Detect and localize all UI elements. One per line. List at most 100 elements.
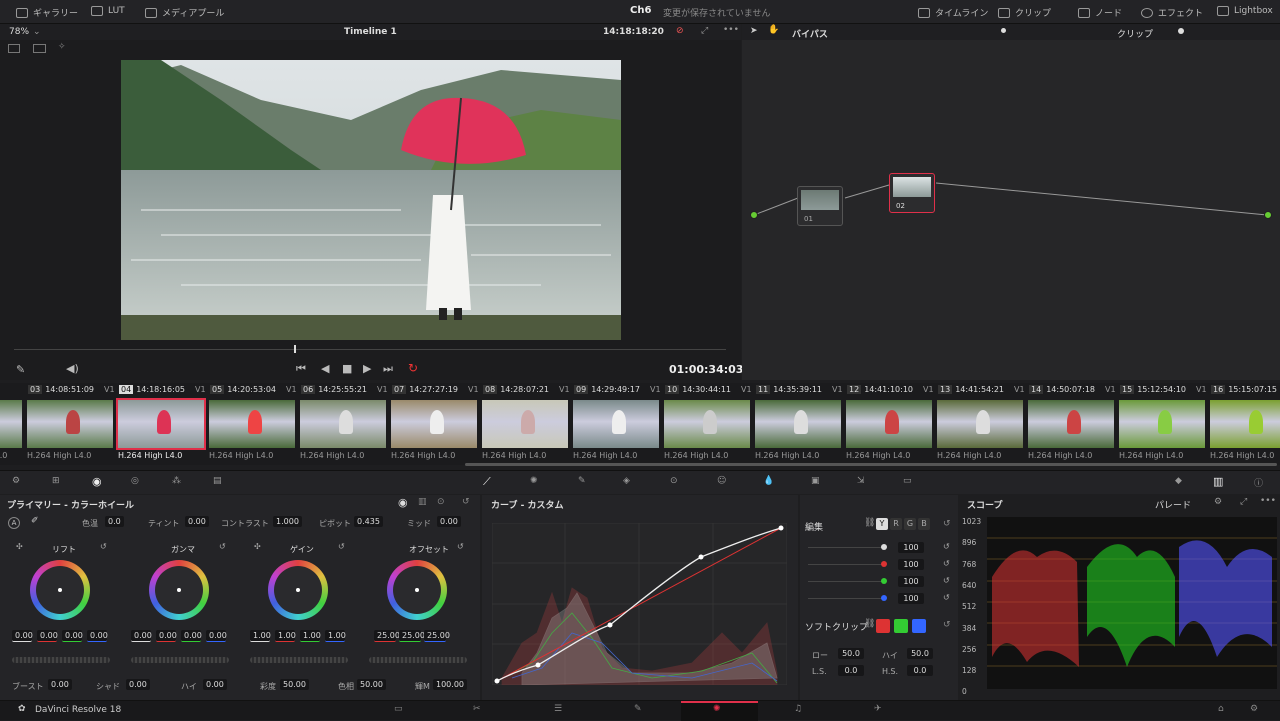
go-start-icon[interactable]: ⏮ bbox=[296, 362, 306, 376]
rgb-mixer-icon[interactable]: ⁂ bbox=[172, 476, 181, 486]
color-page-tab[interactable]: ✺ bbox=[681, 701, 758, 721]
wheel-value[interactable]: 0.00 bbox=[181, 630, 202, 642]
wheel-puck[interactable] bbox=[415, 588, 419, 592]
crosshair-icon[interactable]: ✣ bbox=[254, 542, 261, 551]
deliver-page-icon[interactable]: ✈ bbox=[874, 704, 882, 714]
wheel-value[interactable]: 25.00 bbox=[399, 630, 425, 642]
clip-thumbnail[interactable] bbox=[1028, 400, 1114, 448]
color-wheels-icon[interactable]: ◉ bbox=[92, 475, 102, 488]
clip-thumbnail[interactable] bbox=[209, 400, 295, 448]
pivot-value[interactable]: 0.435 bbox=[354, 516, 383, 527]
reset-icon[interactable]: ↺ bbox=[338, 542, 345, 551]
clip-thumbnail[interactable] bbox=[755, 400, 841, 448]
wheel-value[interactable]: 0.00 bbox=[12, 630, 33, 642]
contrast-value[interactable]: 1.000 bbox=[273, 516, 302, 527]
hdr-icon[interactable]: ◎ bbox=[131, 476, 139, 486]
channel-b-button[interactable]: B bbox=[918, 518, 930, 530]
scrubber-playhead[interactable] bbox=[294, 345, 296, 353]
intensity-knob[interactable] bbox=[881, 561, 887, 567]
scrubber-track[interactable] bbox=[14, 349, 726, 350]
intensity-knob[interactable] bbox=[881, 595, 887, 601]
color-wheel[interactable] bbox=[268, 560, 328, 620]
bypass-label[interactable]: バイパス bbox=[792, 27, 828, 40]
home-icon[interactable]: ⌂ bbox=[1218, 704, 1224, 714]
saturation-value[interactable]: 50.00 bbox=[280, 679, 309, 690]
color-wheel[interactable] bbox=[30, 560, 90, 620]
wheel-value[interactable]: 0.00 bbox=[87, 630, 108, 642]
tint-value[interactable]: 0.00 bbox=[185, 516, 209, 527]
fusion-page-icon[interactable]: ✎ bbox=[634, 704, 642, 714]
reset-icon[interactable]: ↺ bbox=[943, 519, 951, 529]
node-01[interactable]: 01 bbox=[797, 186, 843, 226]
more-icon[interactable]: ••• bbox=[1260, 496, 1276, 506]
reset-icon[interactable]: ↺ bbox=[943, 576, 950, 585]
wheel-value[interactable]: 1.00 bbox=[325, 630, 346, 642]
lum-mix-value[interactable]: 100.00 bbox=[433, 679, 467, 690]
play-icon[interactable]: ▶ bbox=[363, 362, 371, 375]
curve-graph[interactable] bbox=[492, 523, 787, 685]
reverse-icon[interactable]: ◀ bbox=[321, 362, 329, 375]
clip-thumbnail[interactable] bbox=[1119, 400, 1205, 448]
volume-icon[interactable]: ◀) bbox=[66, 362, 79, 375]
curves-icon[interactable]: ⟋ bbox=[483, 475, 491, 489]
wheel-puck[interactable] bbox=[58, 588, 62, 592]
wheel-value[interactable]: 0.00 bbox=[131, 630, 152, 642]
clip-thumbnail[interactable] bbox=[391, 400, 477, 448]
clip-thumbnail[interactable] bbox=[0, 400, 22, 448]
more-icon[interactable]: ••• bbox=[723, 25, 739, 35]
node-02[interactable]: 02 bbox=[889, 173, 935, 213]
grid-icon[interactable] bbox=[33, 44, 46, 53]
scope-mode-select[interactable]: パレード bbox=[1155, 498, 1191, 511]
wheel-value[interactable]: 0.00 bbox=[62, 630, 83, 642]
reset-icon[interactable]: ↺ bbox=[943, 620, 951, 630]
channel-r-button[interactable]: R bbox=[890, 518, 902, 530]
intensity-knob[interactable] bbox=[881, 544, 887, 550]
blur-icon[interactable]: 💧 bbox=[763, 476, 774, 486]
wheels-mode-icon[interactable]: ◉ bbox=[398, 496, 408, 509]
qualifier-icon[interactable]: ✎ bbox=[578, 476, 586, 486]
clip-thumbnail[interactable] bbox=[482, 400, 568, 448]
node-slider-knob[interactable] bbox=[1178, 28, 1184, 34]
boost-value[interactable]: 0.00 bbox=[48, 679, 72, 690]
wheel-value[interactable]: 1.00 bbox=[250, 630, 271, 642]
key-icon[interactable]: ▣ bbox=[811, 476, 820, 486]
high-value[interactable]: 50.0 bbox=[907, 648, 933, 659]
hs-value[interactable]: 0.0 bbox=[907, 665, 933, 676]
log-mode-icon[interactable]: ⊙ bbox=[437, 497, 445, 507]
gallery-button[interactable]: ギャラリー bbox=[16, 6, 78, 19]
lut-button[interactable]: LUT bbox=[91, 6, 125, 16]
clip-thumbnail[interactable] bbox=[1210, 400, 1280, 448]
color-warper-icon[interactable]: ✺ bbox=[530, 476, 538, 486]
motion-effects-icon[interactable]: ▤ bbox=[213, 476, 222, 486]
channel-y-button[interactable]: Y bbox=[876, 518, 888, 530]
layout-icon[interactable] bbox=[8, 44, 20, 53]
master-wheel-slider[interactable] bbox=[12, 657, 110, 663]
wheel-value[interactable]: 0.00 bbox=[156, 630, 177, 642]
shadow-value[interactable]: 0.00 bbox=[126, 679, 150, 690]
intensity-value[interactable]: 100 bbox=[898, 542, 924, 553]
wheel-value[interactable]: 25.00 bbox=[424, 630, 450, 642]
color-wheel[interactable] bbox=[149, 560, 209, 620]
softclip-red-button[interactable] bbox=[876, 619, 890, 633]
color-match-icon[interactable]: ⊞ bbox=[52, 476, 60, 486]
clip-scrollbar[interactable] bbox=[465, 463, 1277, 466]
pointer-icon[interactable]: ➤ bbox=[750, 26, 758, 36]
tracker-icon[interactable]: ⊙ bbox=[670, 476, 678, 486]
wheel-puck[interactable] bbox=[177, 588, 181, 592]
softclip-green-button[interactable] bbox=[894, 619, 908, 633]
clip-thumbnail[interactable] bbox=[300, 400, 386, 448]
wheel-value[interactable]: 1.00 bbox=[300, 630, 321, 642]
wheel-value[interactable]: 1.00 bbox=[275, 630, 296, 642]
wand-icon[interactable]: ✧ bbox=[58, 42, 66, 52]
timeline-name[interactable]: Timeline 1 bbox=[344, 27, 397, 37]
node-button[interactable]: ノード bbox=[1078, 6, 1122, 19]
mid-value[interactable]: 0.00 bbox=[437, 516, 461, 527]
expand-icon[interactable]: ⤢ bbox=[1240, 497, 1247, 507]
softclip-blue-button[interactable] bbox=[912, 619, 926, 633]
window-icon[interactable]: ◈ bbox=[623, 476, 630, 486]
intensity-value[interactable]: 100 bbox=[898, 576, 924, 587]
node-output-port[interactable] bbox=[1264, 211, 1272, 219]
node-clip-select[interactable]: クリップ bbox=[1117, 27, 1153, 40]
crosshair-icon[interactable]: ✣ bbox=[16, 542, 23, 551]
go-end-icon[interactable]: ⏭ bbox=[383, 362, 393, 376]
